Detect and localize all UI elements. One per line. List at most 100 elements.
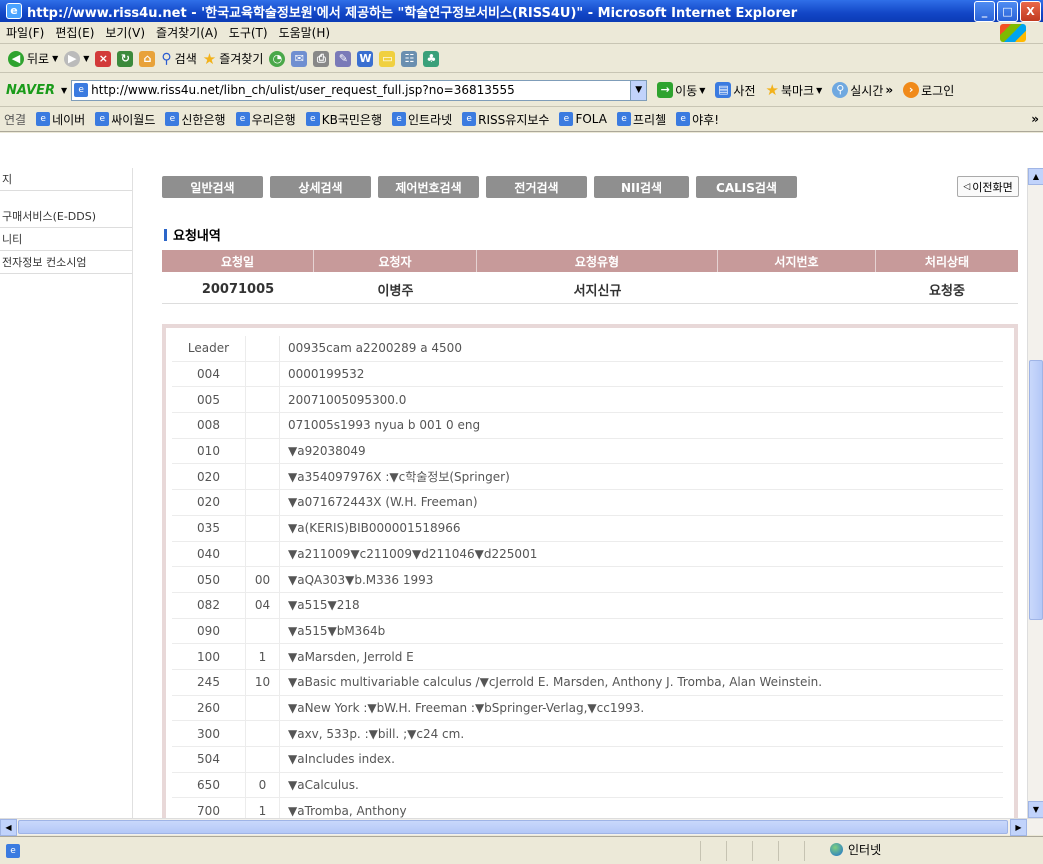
marc-tag: 260 bbox=[172, 695, 246, 721]
link-label: 인트라넷 bbox=[408, 112, 453, 127]
realtime-label: 실시간 bbox=[850, 83, 884, 98]
horizontal-scrollbar[interactable]: ◀ ▶ bbox=[0, 818, 1043, 836]
marc-tag: 035 bbox=[172, 515, 246, 541]
marc-ind bbox=[246, 747, 280, 772]
request-table-row: 20071005 이병주 서지신규 요청중 bbox=[162, 276, 1018, 304]
marc-ind bbox=[246, 515, 280, 541]
bookmark-button[interactable]: ★ 북마크 ▼ bbox=[766, 81, 823, 99]
messenger-icon[interactable]: ☷ bbox=[401, 50, 418, 67]
go-button[interactable]: → 이동 ▼ bbox=[657, 82, 705, 99]
link-shinhan[interactable]: e 신한은행 bbox=[165, 111, 226, 128]
tab-control-number-search[interactable]: 제어번호검색 bbox=[378, 176, 479, 198]
status-segment bbox=[700, 841, 726, 861]
menu-view[interactable]: 보기(V) bbox=[105, 24, 145, 41]
notes-icon[interactable]: ▭ bbox=[379, 50, 396, 67]
cell-requester: 이병주 bbox=[377, 284, 414, 299]
address-dropdown-icon[interactable]: ▼ bbox=[630, 80, 647, 100]
search-tabs: 일반검색 상세검색 제어번호검색 전거검색 NII검색 CALIS검색 bbox=[162, 176, 797, 198]
marc-value: ▼axv, 533p. :▼bill. ;▼c24 cm. bbox=[288, 726, 465, 741]
vertical-scrollbar[interactable]: ▲ ▼ bbox=[1027, 168, 1043, 818]
prev-screen-button[interactable]: ◁ 이전화면 bbox=[957, 176, 1019, 197]
link-freechal[interactable]: e 프리첼 bbox=[616, 111, 666, 128]
maximize-button[interactable]: □ bbox=[997, 0, 1018, 22]
word-icon[interactable]: W bbox=[357, 50, 374, 67]
tab-general-search[interactable]: 일반검색 bbox=[162, 176, 263, 198]
scroll-right-icon[interactable]: ▶ bbox=[1010, 819, 1027, 836]
marc-row: 020 ▼a354097976X :▼c학술정보(Springer) bbox=[172, 464, 1003, 491]
marc-value: 00935cam a2200289 a 4500 bbox=[288, 341, 462, 356]
login-button[interactable]: › 로그인 bbox=[903, 82, 954, 99]
marc-value: ▼a354097976X :▼c학술정보(Springer) bbox=[288, 470, 510, 485]
page-icon: e bbox=[95, 112, 110, 126]
refresh-icon[interactable]: ↻ bbox=[117, 50, 134, 67]
history-icon[interactable]: ◔ bbox=[269, 50, 286, 67]
naver-logo[interactable]: NAVER bbox=[6, 83, 55, 98]
marc-row: 082 04 ▼a515▼218 bbox=[172, 592, 1003, 619]
marc-ind bbox=[246, 336, 280, 361]
more-chevron-icon[interactable]: » bbox=[885, 83, 893, 97]
tab-nii-search[interactable]: NII검색 bbox=[594, 176, 689, 198]
menu-favorites[interactable]: 즐겨찾기(A) bbox=[156, 24, 218, 41]
print-icon[interactable]: ⎙ bbox=[313, 50, 330, 67]
marc-ind: 10 bbox=[246, 669, 280, 695]
dictionary-button[interactable]: ▤ 사전 bbox=[715, 82, 756, 99]
marc-value: ▼aIncludes index. bbox=[288, 752, 395, 767]
stop-icon[interactable]: × bbox=[95, 50, 112, 67]
link-intranet[interactable]: e 인트라넷 bbox=[392, 111, 452, 128]
marc-ind: 04 bbox=[246, 592, 280, 618]
star-icon: ★ bbox=[765, 81, 779, 99]
scroll-up-icon[interactable]: ▲ bbox=[1028, 168, 1043, 185]
marc-tag: 050 bbox=[172, 567, 246, 592]
link-naver[interactable]: e 네이버 bbox=[36, 111, 85, 128]
realtime-button[interactable]: ⚲ 실시간 » bbox=[832, 82, 893, 99]
status-segment bbox=[778, 841, 804, 861]
menu-file[interactable]: 파일(F) bbox=[6, 24, 44, 41]
menu-help[interactable]: 도움말(H) bbox=[279, 24, 331, 41]
status-bar: e 인터넷 bbox=[0, 836, 1043, 864]
menu-edit[interactable]: 편집(E) bbox=[55, 24, 94, 41]
chevron-down-icon: ▼ bbox=[83, 54, 90, 63]
favorites-button[interactable]: ★ 즐겨찾기 bbox=[203, 50, 264, 68]
link-fola[interactable]: e FOLA bbox=[559, 112, 607, 126]
research-icon[interactable]: ♣ bbox=[423, 50, 440, 67]
marc-ind: 00 bbox=[246, 567, 280, 592]
search-button[interactable]: ⚲ 검색 bbox=[161, 50, 196, 67]
back-button[interactable]: ◀ 뒤로 ▼ bbox=[8, 50, 58, 67]
tab-detail-search[interactable]: 상세검색 bbox=[270, 176, 371, 198]
edit-icon[interactable]: ✎ bbox=[335, 50, 352, 67]
links-bar: 연결 e 네이버 e 싸이월드 e 신한은행 e 우리은행 e KB국민은행 e 인트라넷 … bbox=[0, 107, 1043, 132]
link-label: 야후! bbox=[692, 112, 720, 127]
marc-tag: 700 bbox=[172, 798, 246, 818]
forward-button[interactable]: ▶ ▼ bbox=[64, 50, 90, 67]
link-woori[interactable]: e 우리은행 bbox=[235, 111, 296, 128]
page-icon: e bbox=[676, 112, 691, 126]
link-kb[interactable]: e KB국민은행 bbox=[305, 111, 382, 128]
forward-arrow-icon: ▶ bbox=[64, 50, 81, 67]
link-riss-maintenance[interactable]: e RISS유지보수 bbox=[462, 111, 549, 128]
search-icon: ⚲ bbox=[161, 50, 172, 67]
cell-bib-number bbox=[718, 276, 876, 303]
minimize-button[interactable]: _ bbox=[974, 0, 995, 22]
link-yahoo[interactable]: e 야후! bbox=[676, 111, 719, 128]
more-links-icon[interactable]: » bbox=[1031, 112, 1039, 126]
address-field[interactable]: e http://www.riss4u.net/libn_ch/ulist/us… bbox=[71, 79, 648, 101]
marc-row: 650 0 ▼aCalculus. bbox=[172, 772, 1003, 799]
request-table-header: 요청일 요청자 요청유형 서지번호 처리상태 bbox=[162, 250, 1018, 272]
home-icon[interactable]: ⌂ bbox=[139, 50, 156, 67]
menu-tools[interactable]: 도구(T) bbox=[229, 24, 268, 41]
scroll-thumb[interactable] bbox=[1029, 360, 1043, 620]
link-cyworld[interactable]: e 싸이월드 bbox=[95, 111, 155, 128]
page-icon: e bbox=[616, 112, 631, 126]
marc-ind bbox=[246, 541, 280, 567]
prev-screen-label: 이전화면 bbox=[972, 180, 1013, 194]
scroll-left-icon[interactable]: ◀ bbox=[0, 819, 17, 836]
close-button[interactable]: X bbox=[1020, 0, 1041, 22]
tab-calis-search[interactable]: CALIS검색 bbox=[696, 176, 797, 198]
hscroll-thumb[interactable] bbox=[18, 820, 1008, 834]
tab-authority-search[interactable]: 전거검색 bbox=[486, 176, 587, 198]
marc-row: 008 071005s1993 nyua b 001 0 eng bbox=[172, 413, 1003, 439]
mail-icon[interactable]: ✉ bbox=[291, 50, 308, 67]
search-label: 검색 bbox=[174, 52, 197, 66]
scroll-down-icon[interactable]: ▼ bbox=[1028, 801, 1043, 818]
chevron-down-icon[interactable]: ▼ bbox=[61, 86, 67, 95]
